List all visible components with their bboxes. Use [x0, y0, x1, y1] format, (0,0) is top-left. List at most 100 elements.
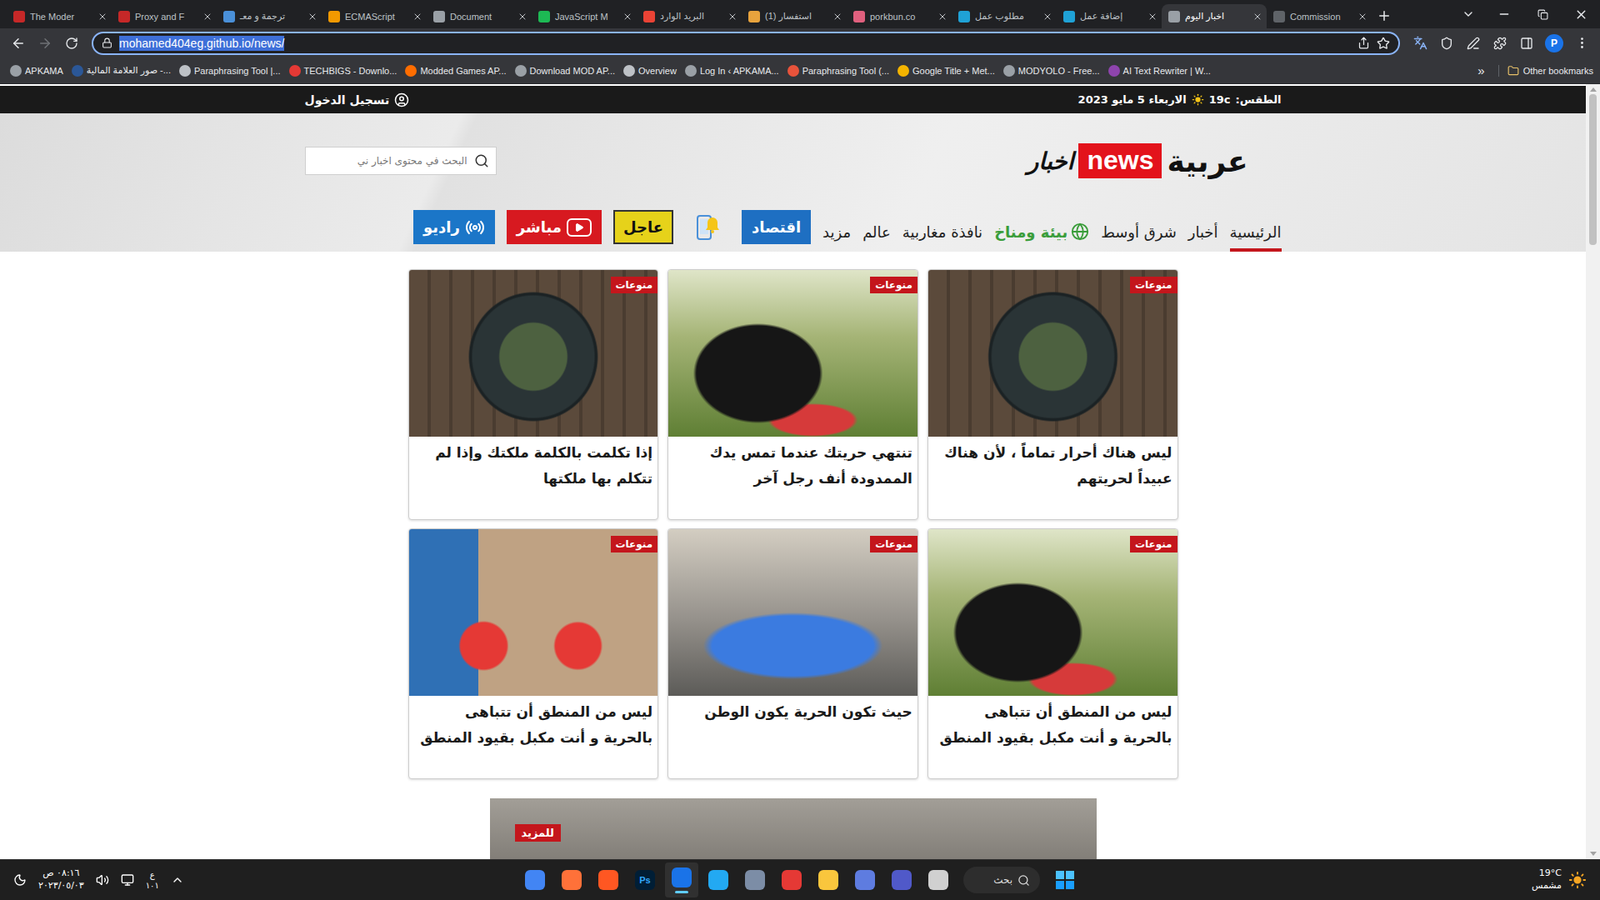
category-badge[interactable]: منوعات — [1130, 535, 1178, 553]
tab-close-button[interactable] — [201, 10, 214, 23]
nav-link[interactable]: شرق أوسط — [1100, 223, 1177, 252]
minimize-button[interactable] — [1485, 0, 1524, 29]
card-title[interactable]: إذا تكلمت بالكلمة ملكتك وإذا لم تتكلم به… — [409, 436, 659, 500]
live-button[interactable]: مباشر — [506, 210, 602, 245]
login-link[interactable]: تسجيل الدخول — [305, 92, 410, 108]
banner-badge[interactable]: للمزيد — [515, 824, 561, 842]
browser-tab[interactable]: اخبار اليوم — [1161, 4, 1267, 29]
side-panel-button[interactable] — [1515, 31, 1539, 55]
news-card[interactable]: منوعات حيث تكون الحرية يكون الوطن — [667, 528, 919, 780]
bookmarks-overflow-button[interactable]: » — [1472, 63, 1490, 78]
card-title[interactable]: ليس من المنطق أن تتباهى بالحرية و أنت مك… — [409, 695, 659, 759]
bookmark[interactable]: TECHBIGS - Downlo... — [285, 65, 401, 77]
tab-close-button[interactable] — [516, 10, 529, 23]
extensions-button[interactable] — [1488, 31, 1512, 55]
browser-tab[interactable]: Commission — [1266, 4, 1372, 29]
scroll-up-icon[interactable] — [1590, 87, 1597, 92]
radio-button[interactable]: راديو — [413, 210, 495, 245]
category-badge[interactable]: منوعات — [610, 276, 659, 294]
tab-close-button[interactable] — [726, 10, 739, 23]
search-icon[interactable] — [474, 153, 490, 169]
browser-tab[interactable]: ECMAScript — [321, 4, 427, 29]
taskbar-app[interactable] — [701, 862, 735, 898]
nav-link[interactable]: بيئة ومناخ — [994, 222, 1090, 252]
scroll-thumb[interactable] — [1589, 94, 1597, 245]
browser-tab[interactable]: The Moder — [6, 4, 112, 29]
taskbar-app[interactable] — [848, 862, 882, 898]
forward-button[interactable] — [33, 31, 57, 55]
taskbar-app[interactable] — [921, 862, 955, 898]
category-badge[interactable]: منوعات — [610, 535, 659, 553]
browser-tab[interactable]: إضافة عمل — [1056, 4, 1162, 29]
scroll-track[interactable] — [1585, 94, 1600, 850]
news-card[interactable]: منوعاتليس هناك أحرار تماماً ، لأن هناك ع… — [927, 269, 1179, 520]
restore-button[interactable] — [1523, 0, 1562, 29]
notifications-icon[interactable] — [13, 873, 27, 887]
urgent-button[interactable]: عاجل — [613, 210, 674, 245]
browser-tab[interactable]: (1) استفسار — [741, 4, 847, 29]
taskbar-app[interactable] — [555, 862, 589, 898]
card-title[interactable]: ليس من المنطق أن تتباهى بالحرية و أنت مك… — [928, 695, 1178, 759]
bookmark[interactable]: Modded Games AP... — [401, 65, 510, 77]
browser-tab[interactable]: ترجمة و معـ — [216, 4, 322, 29]
browser-tab[interactable]: porkbun.co — [846, 4, 952, 29]
browser-tab[interactable]: JavaScript M — [531, 4, 637, 29]
scrollbar[interactable] — [1585, 84, 1600, 860]
site-logo[interactable]: عربيةnewsاخبار — [1027, 143, 1249, 179]
start-button[interactable] — [1048, 862, 1082, 898]
card-title[interactable]: حيث تكون الحرية يكون الوطن — [668, 695, 918, 734]
browser-tab[interactable]: البريد الوارد — [636, 4, 742, 29]
bookmark[interactable]: Paraphrasing Tool (... — [784, 65, 893, 77]
news-card[interactable]: منوعات ليس من المنطق أن تتباهى بالحرية و … — [408, 528, 660, 780]
bookmark[interactable]: Download MOD AP... — [511, 65, 620, 77]
back-button[interactable] — [6, 31, 30, 55]
tab-close-button[interactable] — [1356, 10, 1369, 23]
tab-close-button[interactable] — [936, 10, 949, 23]
speaker-icon[interactable] — [95, 873, 110, 887]
share-icon[interactable] — [1357, 36, 1370, 50]
alerts-button[interactable] — [685, 210, 730, 245]
taskbar-app[interactable] — [665, 862, 699, 898]
tab-close-button[interactable] — [1251, 10, 1264, 23]
tab-close-button[interactable] — [306, 10, 319, 23]
tab-close-button[interactable] — [1041, 10, 1054, 23]
category-badge[interactable]: منوعات — [870, 276, 918, 294]
clock[interactable]: ٠٨:١٦ ص٢٠٢٣/٠٥/٠٣ — [38, 867, 85, 893]
bookmark[interactable]: Paraphrasing Tool |... — [175, 65, 285, 77]
search-input[interactable] — [312, 154, 470, 168]
nav-link[interactable]: مزيد — [822, 223, 851, 252]
feature-banner[interactable]: للمزيد — [490, 798, 1097, 860]
network-icon[interactable] — [120, 873, 135, 887]
new-tab-button[interactable] — [1371, 3, 1397, 29]
news-card[interactable]: منوعات إذا تكلمت بالكلمة ملكتك وإذا لم تت… — [408, 269, 660, 520]
bookmark[interactable]: Overview — [620, 65, 680, 77]
language-indicator[interactable]: ع١٠١ — [145, 869, 160, 891]
address-bar[interactable]: mohamed404eg.github.io/news/ — [91, 31, 1400, 55]
tab-close-button[interactable] — [831, 10, 844, 23]
bookmark[interactable]: MODYOLO - Free... — [1000, 65, 1104, 77]
nav-link[interactable]: نافذة مغاربية — [902, 223, 983, 252]
browser-tab[interactable]: مطلوب عمل — [951, 4, 1057, 29]
news-card[interactable]: منوعاتتنتهي حريتك عندما تمس يدك الممدودة… — [667, 269, 919, 520]
pen-extension[interactable] — [1461, 31, 1485, 55]
other-bookmarks[interactable]: Other bookmarks — [1498, 65, 1594, 77]
bookmark[interactable]: Google Title + Met... — [894, 65, 999, 77]
bookmark[interactable]: AI Text Rewriter | W... — [1105, 65, 1215, 77]
taskbar-app[interactable] — [591, 862, 625, 898]
economy-button[interactable]: اقتصاد — [741, 210, 811, 245]
profile-button[interactable]: P — [1545, 34, 1564, 53]
tab-close-button[interactable] — [411, 10, 424, 23]
nav-link[interactable]: عالم — [862, 223, 891, 252]
category-badge[interactable]: منوعات — [1130, 276, 1178, 294]
taskbar-app[interactable] — [775, 862, 809, 898]
browser-tab[interactable]: Document — [426, 4, 532, 29]
nav-link[interactable]: الرئيسية — [1230, 223, 1282, 252]
bookmark[interactable]: صور العلامة المالية -... — [68, 65, 175, 77]
taskbar-app[interactable] — [518, 862, 552, 898]
star-icon[interactable] — [1376, 36, 1390, 50]
taskbar-app[interactable] — [738, 862, 772, 898]
shield-extension[interactable] — [1435, 31, 1459, 55]
category-badge[interactable]: منوعات — [870, 535, 918, 553]
bookmark[interactable]: APKAMA — [6, 65, 67, 77]
browser-tab[interactable]: Proxy and F — [111, 4, 217, 29]
